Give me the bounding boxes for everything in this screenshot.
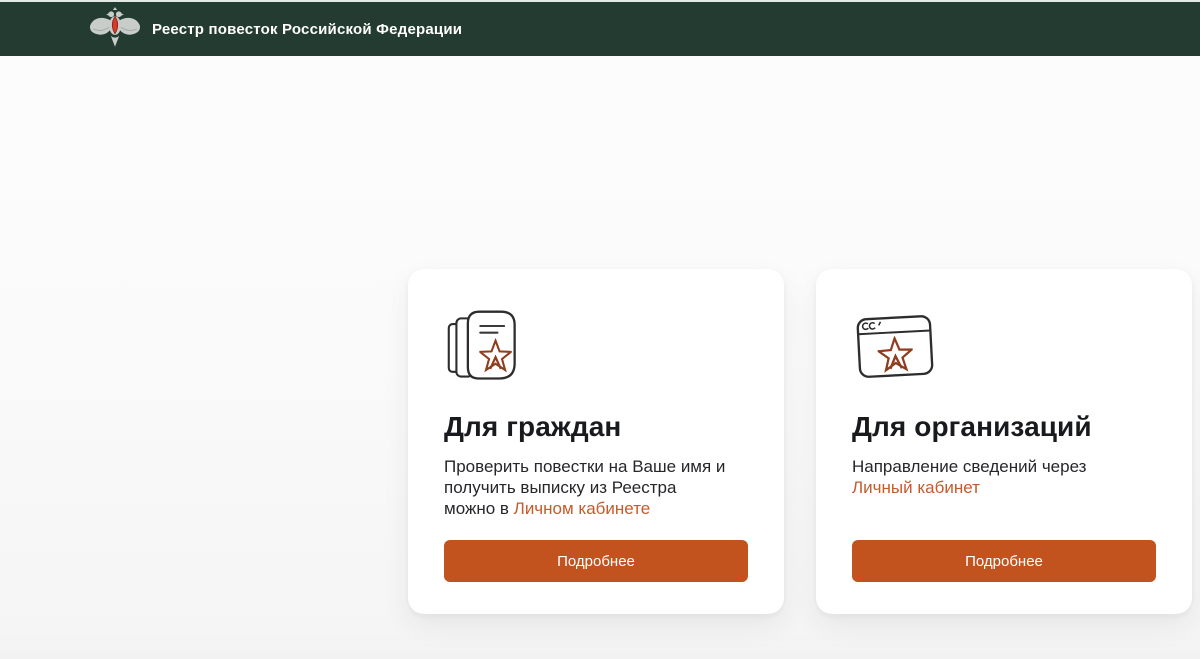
card-organizations: Для организаций Направление сведений чер… xyxy=(816,269,1192,614)
card-title: Для граждан xyxy=(444,411,748,443)
cards-row: Для граждан Проверить повестки на Ваше и… xyxy=(408,269,1192,614)
browser-star-icon xyxy=(852,307,1156,387)
description-text: Направление сведений через xyxy=(852,457,1086,476)
mod-eagle-emblem-icon xyxy=(88,5,142,53)
card-description: Направление сведений через Личный кабине… xyxy=(852,456,1156,498)
details-button[interactable]: Подробнее xyxy=(444,540,748,582)
card-citizens: Для граждан Проверить повестки на Ваше и… xyxy=(408,269,784,614)
page-title: Реестр повесток Российской Федерации xyxy=(152,21,462,38)
personal-account-link[interactable]: Личный кабинет xyxy=(852,478,980,497)
card-title: Для организаций xyxy=(852,411,1156,443)
personal-account-link[interactable]: Личном кабинете xyxy=(514,499,651,518)
app-header: Реестр повесток Российской Федерации xyxy=(0,0,1200,56)
card-description: Проверить повестки на Ваше имя и получит… xyxy=(444,456,748,519)
details-button[interactable]: Подробнее xyxy=(852,540,1156,582)
document-star-icon xyxy=(444,307,748,387)
main-content: Для граждан Проверить повестки на Ваше и… xyxy=(0,56,1200,659)
